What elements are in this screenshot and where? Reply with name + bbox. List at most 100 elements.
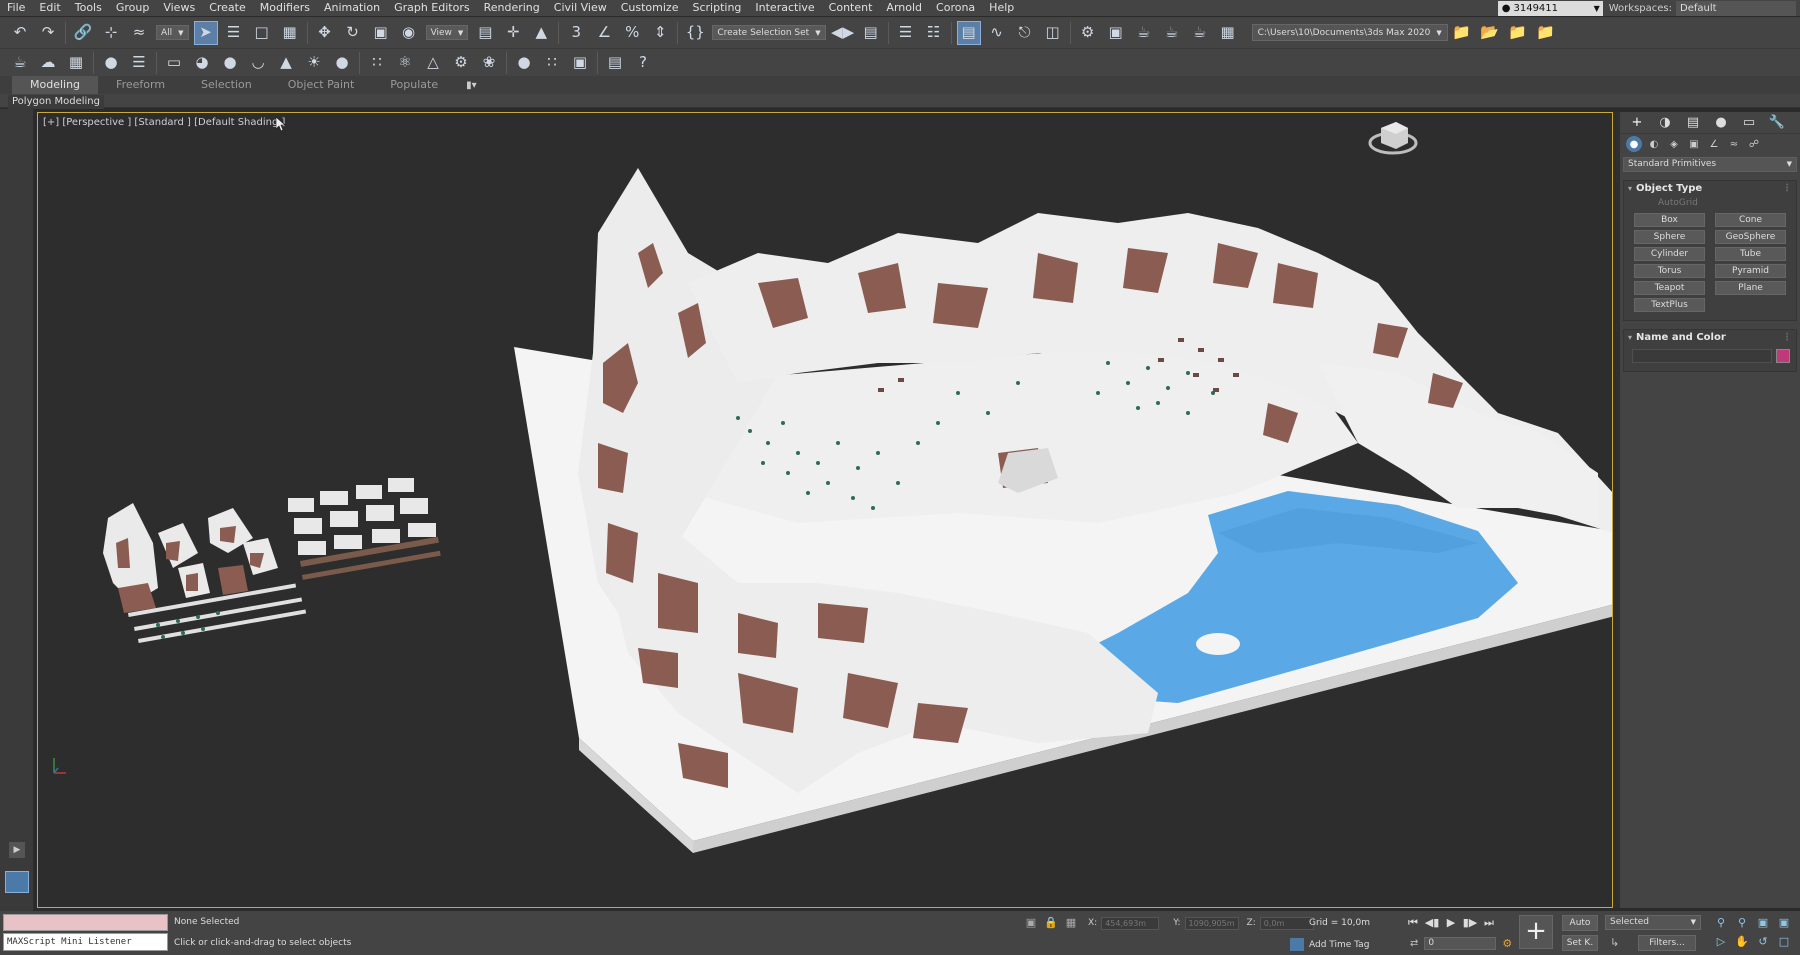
menu-customize[interactable]: Customize (614, 0, 686, 16)
select-manipulate-icon[interactable]: ✛ (501, 21, 525, 45)
material-editor-icon[interactable]: ◫ (1041, 21, 1065, 45)
render-production-icon[interactable]: ☕ (1132, 21, 1156, 45)
viewport-label[interactable]: [+] [Perspective ] [Standard ] [Default … (43, 117, 285, 128)
key-filter-dropdown[interactable]: Selected ▼ (1605, 915, 1701, 930)
keyboard-shortcut-override-icon[interactable]: ▲ (529, 21, 553, 45)
placement-icon[interactable]: ◉ (397, 21, 421, 45)
time-configuration-icon[interactable]: ⚙ (1502, 937, 1512, 950)
scale-icon[interactable]: ▣ (369, 21, 393, 45)
pyramid-button[interactable]: Pyramid (1715, 264, 1786, 278)
object-type-header[interactable]: ▾ Object Type ⋮ (1624, 181, 1796, 196)
window-crossing-icon[interactable]: ▦ (278, 21, 302, 45)
tab-selection[interactable]: Selection (183, 76, 270, 94)
teapot-button[interactable]: Teapot (1634, 281, 1705, 295)
mirror-icon[interactable]: ◀▶ (831, 21, 855, 45)
primitive-category-dropdown[interactable]: Standard Primitives ▼ (1623, 157, 1797, 172)
tab-populate[interactable]: Populate (372, 76, 456, 94)
cylinder-button[interactable]: Cylinder (1634, 247, 1705, 261)
scatter-icon[interactable]: ☰ (127, 51, 151, 75)
rectangular-selection-icon[interactable]: □ (250, 21, 274, 45)
field-of-view-icon[interactable]: ▷ (1712, 934, 1730, 950)
geometry-icon[interactable]: ● (1626, 136, 1642, 152)
cloud-icon[interactable]: ☁ (36, 51, 60, 75)
zoom-all-icon[interactable]: ⚲ (1733, 915, 1751, 931)
motion-tab-icon[interactable]: ● (1710, 114, 1732, 132)
reference-coordinate-dropdown[interactable]: View ▼ (425, 25, 469, 40)
key-filters-button[interactable]: Filters... (1638, 935, 1696, 951)
helpers-icon[interactable]: ∠ (1706, 136, 1722, 152)
play-icon[interactable]: ▶ (1442, 915, 1460, 931)
rotate-icon[interactable]: ↻ (341, 21, 365, 45)
cameras-icon[interactable]: ▣ (1686, 136, 1702, 152)
z-coordinate-field[interactable]: 0,0m (1259, 916, 1314, 930)
render-frame-icon[interactable]: ▦ (64, 51, 88, 75)
sphere-light-icon[interactable]: ● (218, 51, 242, 75)
menu-tools[interactable]: Tools (68, 0, 109, 16)
modify-tab-icon[interactable]: ◑ (1654, 114, 1676, 132)
molecule-icon[interactable]: ⚛ (393, 51, 417, 75)
select-by-name-icon[interactable]: ☰ (222, 21, 246, 45)
lights-icon[interactable]: ◈ (1666, 136, 1682, 152)
menu-edit[interactable]: Edit (32, 0, 67, 16)
bowl-icon[interactable]: ◡ (246, 51, 270, 75)
snaps-toggle-icon[interactable]: 3 (564, 21, 588, 45)
plane-button[interactable]: Plane (1715, 281, 1786, 295)
selection-filter-dropdown[interactable]: All ▼ (156, 25, 189, 40)
project-path-dropdown[interactable]: C:\Users\10\Documents\3ds Max 2020 ▼ (1251, 24, 1448, 41)
add-time-tag[interactable]: Add Time Tag (1290, 938, 1369, 951)
material-balls-icon[interactable]: ∷ (540, 51, 564, 75)
plane-light-icon[interactable]: ▭ (162, 51, 186, 75)
expand-layout-icon[interactable]: ▶ (9, 842, 25, 858)
menu-rendering[interactable]: Rendering (477, 0, 547, 16)
isolate-selection-icon[interactable]: ▣ (1024, 916, 1038, 930)
menu-scripting[interactable]: Scripting (685, 0, 748, 16)
unlink-icon[interactable]: ⊹ (99, 21, 123, 45)
hierarchy-tab-icon[interactable]: ▤ (1682, 114, 1704, 132)
menu-animation[interactable]: Animation (317, 0, 387, 16)
pyramid-icon[interactable]: △ (421, 51, 445, 75)
cone-button[interactable]: Cone (1715, 213, 1786, 227)
angle-snap-icon[interactable]: ∠ (592, 21, 616, 45)
sky-icon[interactable]: ● (330, 51, 354, 75)
move-icon[interactable]: ✥ (313, 21, 337, 45)
geosphere-button[interactable]: GeoSphere (1715, 230, 1786, 244)
maxscript-listener-field[interactable]: MAXScript Mini Listener (3, 933, 168, 951)
render-setup-icon[interactable]: ⚙ (1076, 21, 1100, 45)
zoom-extents-icon[interactable]: ▣ (1754, 915, 1772, 931)
pivot-center-icon[interactable]: ▤ (473, 21, 497, 45)
edit-named-selection-icon[interactable]: {} (683, 21, 707, 45)
menu-file[interactable]: File (0, 0, 32, 16)
polygon-modeling-panel[interactable]: Polygon Modeling (8, 95, 104, 109)
tab-object-paint[interactable]: Object Paint (270, 76, 373, 94)
project-folder-icon[interactable]: 📁 (1450, 21, 1474, 45)
auto-key-button[interactable]: Auto (1562, 915, 1598, 931)
menu-graph-editors[interactable]: Graph Editors (387, 0, 477, 16)
selection-lock-icon[interactable]: 🔒 (1044, 916, 1058, 930)
perspective-viewport[interactable]: [+] [Perspective ] [Standard ] [Default … (37, 112, 1613, 908)
absolute-mode-icon[interactable]: ▦ (1064, 916, 1078, 930)
default-in-out-tangents-icon[interactable]: ↳ (1610, 936, 1626, 950)
menu-group[interactable]: Group (109, 0, 157, 16)
box-button[interactable]: Box (1634, 213, 1705, 227)
undo-icon[interactable]: ↶ (8, 21, 32, 45)
sun-icon[interactable]: ☀ (302, 51, 326, 75)
workspace-dropdown[interactable]: Default (1676, 0, 1796, 16)
y-coordinate-field[interactable]: 1090,905m (1184, 916, 1239, 930)
bind-spacewarp-icon[interactable]: ≈ (127, 21, 151, 45)
ribbon-display-toggle-icon[interactable]: ▮▾ (466, 80, 477, 91)
converter-icon[interactable]: ▤ (603, 51, 627, 75)
cone-light-icon[interactable]: ▲ (274, 51, 298, 75)
schematic-view-icon[interactable]: ⎋ (1013, 21, 1037, 45)
object-name-input[interactable] (1632, 349, 1772, 363)
viewport-layout-thumbnail[interactable] (5, 871, 29, 893)
menu-arnold[interactable]: Arnold (879, 0, 929, 16)
previous-frame-icon[interactable]: ◀▮ (1423, 915, 1441, 931)
align-icon[interactable]: ▤ (859, 21, 883, 45)
current-frame-field[interactable]: 0 (1424, 937, 1497, 950)
percent-snap-icon[interactable]: % (620, 21, 644, 45)
project-settings-icon[interactable]: 📁 (1534, 21, 1558, 45)
menu-civil-view[interactable]: Civil View (547, 0, 614, 16)
menu-content[interactable]: Content (822, 0, 880, 16)
set-key-button[interactable]: Set K. (1562, 935, 1598, 951)
project-new-icon[interactable]: 📁 (1506, 21, 1530, 45)
